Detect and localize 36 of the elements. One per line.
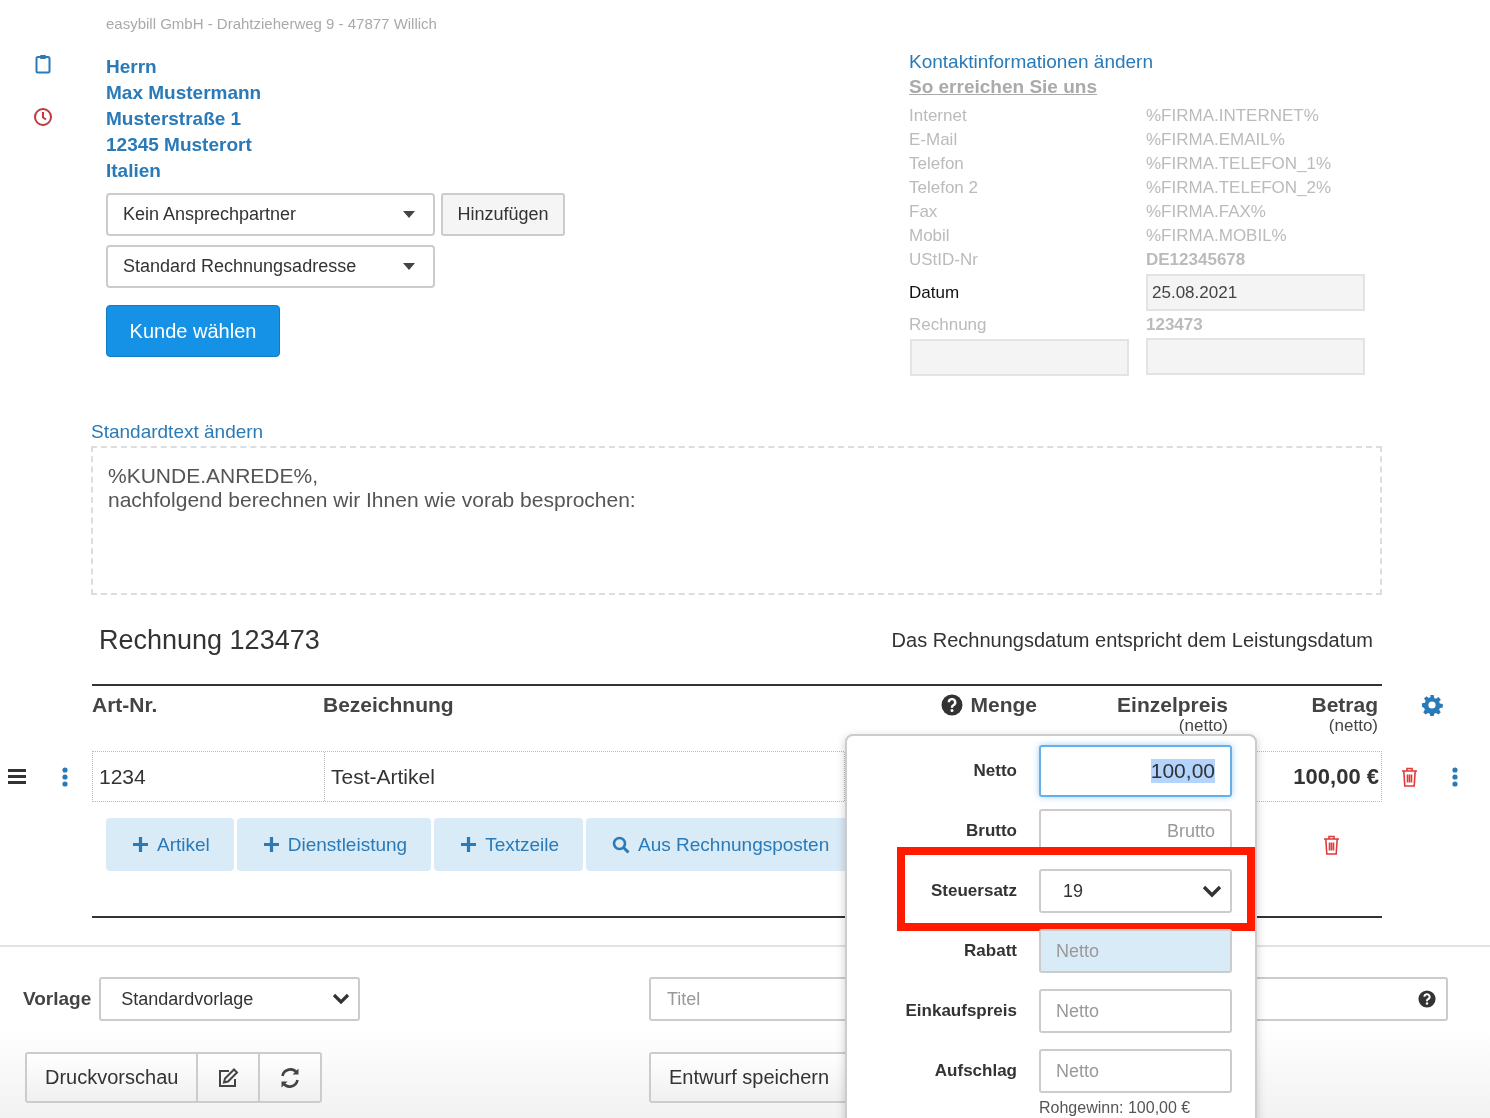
contact-value: DE12345678: [1146, 249, 1246, 271]
contact-label: Internet: [909, 105, 968, 127]
template-label: Vorlage: [23, 988, 92, 1010]
field-label: Einkaufspreis: [904, 1001, 1017, 1021]
contact-label: Fax: [909, 201, 939, 223]
contact-value: %FIRMA.INTERNET%: [1146, 105, 1319, 127]
column-header: Bezeichnung: [323, 693, 454, 717]
contact-label: Mobil: [909, 225, 951, 247]
contact-value: %FIRMA.EMAIL%: [1146, 129, 1285, 151]
field-label: Steuersatz: [930, 881, 1017, 901]
contact-value: %FIRMA.TELEFON_2%: [1146, 177, 1332, 199]
column-header: Art-Nr.: [92, 693, 158, 717]
date-label: Datum: [909, 281, 961, 304]
contact-label: UStID-Nr: [909, 249, 979, 271]
invoice-label: Rechnung: [909, 314, 988, 336]
contact-heading: So erreichen Sie uns: [909, 75, 1098, 99]
contact-value: %FIRMA.MOBIL%: [1146, 225, 1287, 247]
date-note: Das Rechnungsdatum entspricht dem Leistungsdatum: [891, 629, 1373, 652]
contact-value: %FIRMA.FAX%: [1146, 201, 1266, 223]
field-label: Brutto: [965, 821, 1017, 841]
field-label: Netto: [972, 761, 1017, 781]
column-header: Betrag: [1311, 693, 1378, 717]
column-header: Einzelpreis: [1117, 693, 1228, 717]
contact-label: Telefon: [909, 153, 965, 175]
invoice-number: 123473: [1146, 314, 1203, 336]
column-header: Menge: [970, 693, 1037, 717]
sender-address: easybill GmbH - Drahtzieherweg 9 - 47877 Willich: [106, 14, 438, 34]
invoice-title: Rechnung 123473: [99, 625, 320, 656]
contact-label: Telefon 2: [909, 177, 979, 199]
contact-value: %FIRMA.TELEFON_1%: [1146, 153, 1332, 175]
gross-profit-text: Rohgewinn: 100,00 €: [1038, 1099, 1192, 1117]
field-label: Aufschlag: [933, 1061, 1017, 1081]
column-subheader: (netto): [1177, 717, 1228, 735]
column-subheader: (netto): [1327, 717, 1378, 735]
contact-label: E-Mail: [909, 129, 959, 151]
field-label: Rabatt: [963, 941, 1017, 961]
